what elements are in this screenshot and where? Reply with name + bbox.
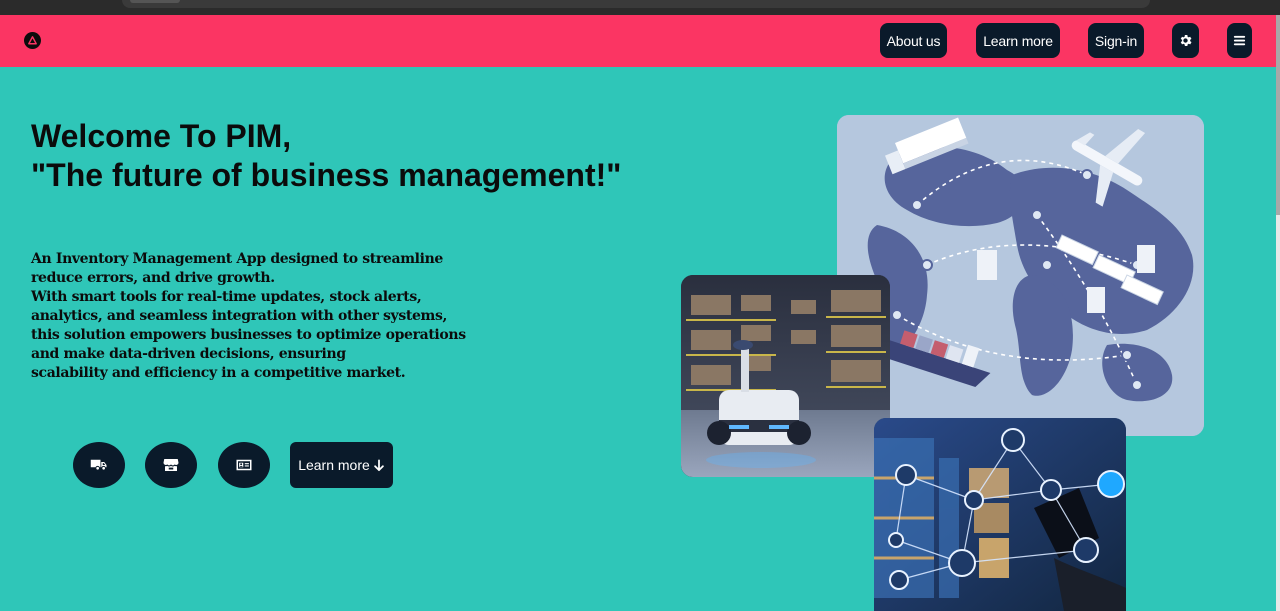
hamburger-menu-icon	[1233, 35, 1246, 46]
description-line: With smart tools for real-time updates, …	[31, 289, 422, 305]
description-line: this solution empowers businesses to opt…	[31, 327, 466, 343]
settings-button[interactable]	[1172, 23, 1199, 58]
delivery-button[interactable]	[73, 442, 125, 488]
scrollbar-thumb[interactable]	[1276, 15, 1280, 215]
hero-description: An Inventory Management App designed to …	[31, 250, 491, 383]
description-line: An Inventory Management App designed to …	[31, 251, 443, 267]
description-line: scalability and efficiency in a competit…	[31, 365, 406, 381]
hero-title-line-1: Welcome To PIM,	[31, 118, 292, 154]
top-navbar: About us Learn more Sign-in	[0, 15, 1276, 67]
menu-button[interactable]	[1227, 23, 1252, 58]
store-button[interactable]	[145, 442, 197, 488]
id-card-icon	[236, 459, 252, 471]
hero-title-line-2: "The future of business management!"	[31, 157, 622, 193]
description-line: reduce errors, and drive growth.	[31, 270, 275, 286]
id-card-button[interactable]	[218, 442, 270, 488]
browser-url-bar[interactable]	[122, 0, 1150, 8]
sign-in-button[interactable]: Sign-in	[1088, 23, 1144, 58]
a-logo-icon[interactable]	[24, 32, 41, 49]
page-title: Welcome To PIM, "The future of business …	[31, 117, 621, 195]
browser-chrome	[0, 0, 1280, 15]
warehouse-network-image	[874, 418, 1126, 611]
store-icon	[163, 459, 179, 471]
learn-more-label: Learn more	[298, 457, 370, 473]
truck-icon	[90, 459, 107, 470]
description-line: analytics, and seamless integration with…	[31, 308, 448, 324]
world-logistics-map-image	[837, 115, 1204, 436]
learn-more-nav-button[interactable]: Learn more	[976, 23, 1060, 58]
learn-more-button[interactable]: Learn more	[290, 442, 393, 488]
warehouse-robot-image	[681, 275, 890, 477]
about-us-button[interactable]: About us	[880, 23, 947, 58]
page-scrollbar[interactable]	[1276, 15, 1280, 611]
browser-tab[interactable]	[130, 0, 180, 3]
arrow-down-icon	[374, 459, 384, 471]
description-line: and make data-driven decisions, ensuring	[31, 346, 346, 362]
gear-icon	[1180, 35, 1192, 46]
